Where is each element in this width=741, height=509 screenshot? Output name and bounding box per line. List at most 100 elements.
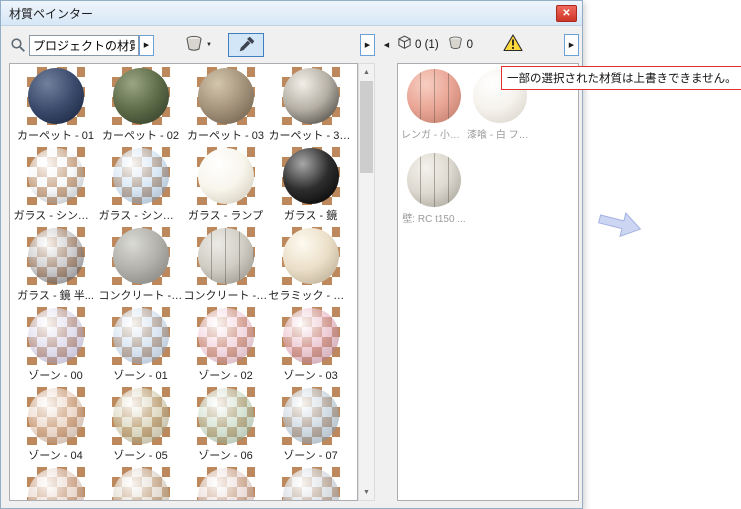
titlebar[interactable]: 材質ペインター ✕	[1, 1, 582, 26]
scrollbar-down-button[interactable]: ▼	[359, 484, 374, 500]
material-thumbnail	[112, 387, 170, 445]
material-item[interactable]: ガラス - シンプル	[13, 147, 98, 227]
material-sphere	[283, 68, 339, 124]
material-sphere	[28, 68, 84, 124]
material-thumbnail	[27, 67, 85, 125]
material-item[interactable]: ゾーン - 03	[268, 307, 353, 387]
warning-tooltip: 一部の選択された材質は上書きできません。	[501, 66, 741, 90]
material-sphere	[198, 228, 254, 284]
material-painter-dialog: 材質ペインター ✕ ▶ ▼	[0, 0, 583, 509]
material-label: 漆喰 - 白 ファイン	[467, 126, 533, 141]
material-sphere	[198, 148, 254, 204]
material-sphere	[113, 388, 169, 444]
material-item[interactable]: ゾーン - 06	[183, 387, 268, 467]
material-sphere	[283, 228, 339, 284]
material-item[interactable]: コンクリート - 04	[183, 227, 268, 307]
material-thumbnail	[112, 227, 170, 285]
material-item[interactable]: ゾーン - 00	[13, 307, 98, 387]
right-panel-options-button[interactable]: ▶	[564, 34, 579, 56]
material-label: コンクリート - 03	[99, 287, 183, 303]
eyedropper-button[interactable]	[228, 33, 264, 57]
material-sphere	[283, 148, 339, 204]
material-label: ゾーン - 06	[198, 447, 252, 463]
scrollbar-up-button[interactable]: ▲	[359, 64, 374, 80]
window-title: 材質ペインター	[9, 5, 556, 22]
material-label: セラミック - 磁...	[269, 287, 353, 303]
selected-material-item[interactable]: レンガ - 小端立て	[402, 68, 466, 152]
left-toolbar: ▶ ▼ ▶	[9, 32, 375, 58]
bucket-dropdown-icon[interactable]: ▼	[206, 42, 212, 48]
material-label: ガラス - ランプ	[188, 207, 263, 223]
material-item[interactable]: ガラス - ランプ	[183, 147, 268, 227]
material-item[interactable]	[13, 467, 98, 501]
material-sphere	[28, 308, 84, 364]
material-sphere	[283, 388, 339, 444]
material-thumbnail	[27, 307, 85, 365]
material-label: ゾーン - 04	[28, 447, 82, 463]
material-item[interactable]: セラミック - 磁...	[268, 227, 353, 307]
material-item[interactable]: ゾーン - 05	[98, 387, 183, 467]
search-dropdown-button[interactable]: ▶	[139, 35, 154, 56]
material-label: カーペット - 02	[102, 127, 179, 143]
material-thumbnail	[112, 67, 170, 125]
material-label: 壁: RC t150 ...	[402, 210, 465, 225]
eyedropper-icon	[237, 36, 255, 54]
arrow-down-icon: ▼	[363, 489, 370, 496]
selected-material-item[interactable]: 壁: RC t150 ...	[402, 152, 466, 236]
material-sphere	[113, 148, 169, 204]
material-thumbnail	[197, 387, 255, 445]
left-panel-options-button[interactable]: ▶	[360, 34, 375, 56]
project-material-grid: カーペット - 01 カーペット - 02 カーペット - 03 カーペット -…	[9, 63, 358, 501]
material-item[interactable]: ガラス - 鏡 半...	[13, 227, 98, 307]
material-item[interactable]: ガラス - シンプ...	[98, 147, 183, 227]
material-thumbnail	[27, 387, 85, 445]
material-item[interactable]	[183, 467, 268, 501]
chevron-left-icon: ◀	[384, 41, 389, 49]
material-sphere	[198, 68, 254, 124]
material-item[interactable]: コンクリート - 03	[98, 227, 183, 307]
material-item[interactable]: ゾーン - 01	[98, 307, 183, 387]
material-thumbnail	[282, 147, 340, 205]
scrollbar-thumb[interactable]	[360, 81, 373, 173]
material-thumbnail	[406, 152, 462, 208]
material-label: ガラス - シンプル	[14, 207, 98, 223]
material-thumbnail	[197, 467, 255, 501]
material-item[interactable]: カーペット - 01	[13, 67, 98, 147]
material-sphere	[407, 69, 461, 123]
picked-count: 0 (1)	[415, 39, 439, 51]
material-thumbnail	[112, 307, 170, 365]
close-button[interactable]: ✕	[556, 5, 577, 22]
material-label: ゾーン - 07	[283, 447, 337, 463]
painted-elements-group: 0	[447, 35, 473, 55]
warning-triangle-icon[interactable]	[503, 34, 523, 57]
material-item[interactable]: ゾーン - 04	[13, 387, 98, 467]
arrow-up-icon: ▲	[363, 69, 370, 76]
material-sphere	[113, 68, 169, 124]
material-item[interactable]: ゾーン - 02	[183, 307, 268, 387]
scrollbar-track[interactable]	[359, 80, 374, 484]
material-sphere	[407, 153, 461, 207]
left-grid-scrollbar[interactable]: ▲ ▼	[358, 63, 375, 501]
material-item[interactable]	[268, 467, 353, 501]
material-item[interactable]: ガラス - 鏡	[268, 147, 353, 227]
paint-bucket-button[interactable]: ▼	[184, 34, 212, 57]
material-thumbnail	[27, 147, 85, 205]
panel-collapse-button[interactable]: ◀	[379, 37, 394, 53]
material-item[interactable]: カーペット - 02	[98, 67, 183, 147]
material-label: カーペット - 3D...	[269, 127, 353, 143]
material-thumbnail	[282, 307, 340, 365]
painted-count: 0	[467, 39, 473, 51]
material-label: ゾーン - 02	[198, 367, 252, 383]
material-search-input[interactable]	[29, 35, 139, 56]
material-sphere	[113, 228, 169, 284]
material-sphere	[28, 228, 84, 284]
material-label: レンガ - 小端立て	[401, 126, 467, 141]
paint-bucket-icon	[184, 34, 204, 57]
material-item[interactable]: カーペット - 03	[183, 67, 268, 147]
material-label: カーペット - 03	[187, 127, 264, 143]
material-label: ガラス - 鏡	[284, 207, 338, 223]
material-item[interactable]	[98, 467, 183, 501]
material-thumbnail	[282, 387, 340, 445]
material-item[interactable]: カーペット - 3D...	[268, 67, 353, 147]
material-item[interactable]: ゾーン - 07	[268, 387, 353, 467]
